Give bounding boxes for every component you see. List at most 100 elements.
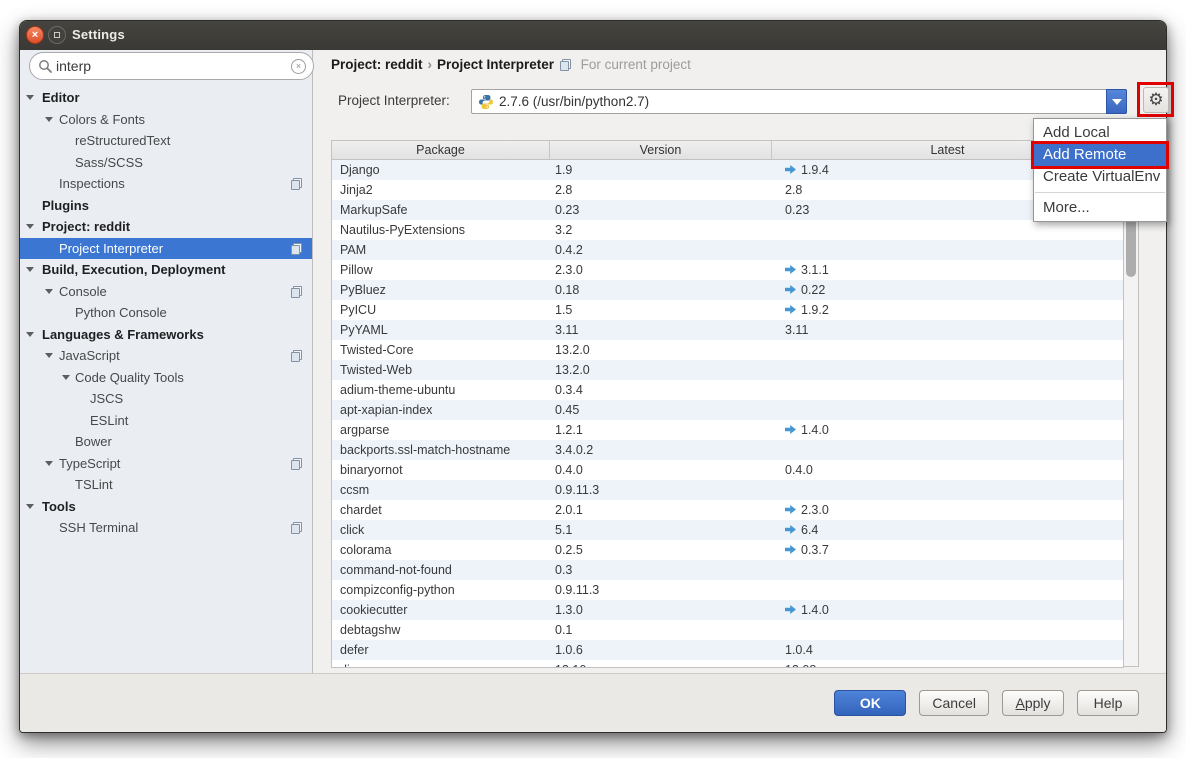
breadcrumb-page: Project Interpreter xyxy=(437,57,554,72)
search-box[interactable]: × xyxy=(29,52,314,80)
interpreter-select[interactable]: 2.7.6 (/usr/bin/python2.7) xyxy=(471,89,1127,114)
window-title: Settings xyxy=(72,27,125,42)
apply-button[interactable]: Apply xyxy=(1002,690,1064,716)
package-version: 0.9.11.3 xyxy=(550,580,772,600)
package-name: dirspec xyxy=(332,660,550,667)
package-latest: 6.4 xyxy=(772,520,1123,540)
search-input[interactable] xyxy=(56,56,286,76)
package-row-nautilus-pyextensions[interactable]: Nautilus-PyExtensions3.2 xyxy=(332,220,1123,240)
combo-dropdown-button[interactable] xyxy=(1106,89,1127,114)
expand-arrow-icon[interactable] xyxy=(26,95,34,100)
package-version: 2.0.1 xyxy=(550,500,772,520)
expand-arrow-icon[interactable] xyxy=(62,375,70,380)
package-row-pyyaml[interactable]: PyYAML3.113.11 xyxy=(332,320,1123,340)
sidebar-item-tools[interactable]: Tools xyxy=(20,496,312,518)
package-row-jinja2[interactable]: Jinja22.82.8 xyxy=(332,180,1123,200)
menu-item-create-virtualenv[interactable]: Create VirtualEnv xyxy=(1034,166,1166,188)
ok-button[interactable]: OK xyxy=(834,690,906,716)
package-row-pyicu[interactable]: PyICU1.51.9.2 xyxy=(332,300,1123,320)
package-row-chardet[interactable]: chardet2.0.12.3.0 xyxy=(332,500,1123,520)
package-row-twisted-web[interactable]: Twisted-Web13.2.0 xyxy=(332,360,1123,380)
expand-arrow-icon[interactable] xyxy=(45,289,53,294)
settings-content: × EditorColors & FontsreStructuredTextSa… xyxy=(20,50,1166,675)
package-row-binaryornot[interactable]: binaryornot0.4.00.4.0 xyxy=(332,460,1123,480)
package-row-defer[interactable]: defer1.0.61.0.4 xyxy=(332,640,1123,660)
sidebar-item-python-console[interactable]: Python Console xyxy=(20,302,312,324)
sidebar-item-label: TypeScript xyxy=(59,453,120,475)
sidebar-item-tslint[interactable]: TSLint xyxy=(20,474,312,496)
package-name: ccsm xyxy=(332,480,550,500)
menu-item-add-local[interactable]: Add Local xyxy=(1034,122,1166,144)
expand-arrow-icon[interactable] xyxy=(45,117,53,122)
sidebar-item-colors-fonts[interactable]: Colors & Fonts xyxy=(20,109,312,131)
sidebar-item-editor[interactable]: Editor xyxy=(20,87,312,109)
package-row-pam[interactable]: PAM0.4.2 xyxy=(332,240,1123,260)
cancel-button[interactable]: Cancel xyxy=(919,690,989,716)
menu-item-add-remote[interactable]: Add Remote xyxy=(1034,144,1166,166)
packages-table-header: PackageVersionLatest xyxy=(332,141,1123,160)
upgrade-arrow-icon xyxy=(785,545,796,554)
help-button[interactable]: Help xyxy=(1077,690,1139,716)
window-close-button[interactable]: × xyxy=(26,26,44,44)
sidebar-item-project-interpreter[interactable]: Project Interpreter xyxy=(20,238,312,260)
sidebar-item-jscs[interactable]: JSCS xyxy=(20,388,312,410)
package-version: 0.18 xyxy=(550,280,772,300)
package-row-debtagshw[interactable]: debtagshw0.1 xyxy=(332,620,1123,640)
sidebar-item-bower[interactable]: Bower xyxy=(20,431,312,453)
upgrade-arrow-icon xyxy=(785,605,796,614)
package-row-twisted-core[interactable]: Twisted-Core13.2.0 xyxy=(332,340,1123,360)
package-version: 0.1 xyxy=(550,620,772,640)
package-latest xyxy=(772,580,1123,600)
sidebar-item-project-reddit[interactable]: Project: reddit xyxy=(20,216,312,238)
sidebar-item-build-execution-deployment[interactable]: Build, Execution, Deployment xyxy=(20,259,312,281)
package-row-compizconfig-python[interactable]: compizconfig-python0.9.11.3 xyxy=(332,580,1123,600)
package-row-command-not-found[interactable]: command-not-found0.3 xyxy=(332,560,1123,580)
sidebar-item-plugins[interactable]: Plugins xyxy=(20,195,312,217)
column-header-version[interactable]: Version xyxy=(550,141,772,159)
expand-arrow-icon[interactable] xyxy=(45,353,53,358)
package-row-click[interactable]: click5.16.4 xyxy=(332,520,1123,540)
package-row-dirspec[interactable]: dirspec13.1013.08 xyxy=(332,660,1123,667)
sidebar-item-restructuredtext[interactable]: reStructuredText xyxy=(20,130,312,152)
package-name: command-not-found xyxy=(332,560,550,580)
package-name: binaryornot xyxy=(332,460,550,480)
sidebar-item-ssh-terminal[interactable]: SSH Terminal xyxy=(20,517,312,539)
package-name: Twisted-Web xyxy=(332,360,550,380)
sidebar-item-typescript[interactable]: TypeScript xyxy=(20,453,312,475)
expand-arrow-icon[interactable] xyxy=(26,332,34,337)
sidebar-item-sass-scss[interactable]: Sass/SCSS xyxy=(20,152,312,174)
sidebar-item-eslint[interactable]: ESLint xyxy=(20,410,312,432)
column-header-package[interactable]: Package xyxy=(332,141,550,159)
sidebar-item-console[interactable]: Console xyxy=(20,281,312,303)
package-row-markupsafe[interactable]: MarkupSafe0.230.23 xyxy=(332,200,1123,220)
package-row-django[interactable]: Django1.91.9.4 xyxy=(332,160,1123,180)
window-maximize-button[interactable] xyxy=(48,26,66,44)
package-row-colorama[interactable]: colorama0.2.50.3.7 xyxy=(332,540,1123,560)
expand-arrow-icon[interactable] xyxy=(26,267,34,272)
expand-arrow-icon[interactable] xyxy=(26,224,34,229)
window-titlebar[interactable]: × Settings xyxy=(20,21,1166,50)
expand-arrow-icon[interactable] xyxy=(26,504,34,509)
sidebar-item-inspections[interactable]: Inspections xyxy=(20,173,312,195)
package-name: chardet xyxy=(332,500,550,520)
package-row-adium-theme-ubuntu[interactable]: adium-theme-ubuntu0.3.4 xyxy=(332,380,1123,400)
package-row-pybluez[interactable]: PyBluez0.180.22 xyxy=(332,280,1123,300)
menu-item-more[interactable]: More... xyxy=(1034,197,1166,219)
sidebar-item-code-quality-tools[interactable]: Code Quality Tools xyxy=(20,367,312,389)
package-row-ccsm[interactable]: ccsm0.9.11.3 xyxy=(332,480,1123,500)
sidebar-item-label: JSCS xyxy=(90,388,123,410)
gear-button[interactable]: ⚙ xyxy=(1143,87,1169,113)
package-row-pillow[interactable]: Pillow2.3.03.1.1 xyxy=(332,260,1123,280)
package-row-argparse[interactable]: argparse1.2.11.4.0 xyxy=(332,420,1123,440)
package-version: 0.4.2 xyxy=(550,240,772,260)
clear-search-icon[interactable]: × xyxy=(291,59,306,74)
sidebar-item-javascript[interactable]: JavaScript xyxy=(20,345,312,367)
expand-arrow-icon[interactable] xyxy=(45,461,53,466)
package-row-apt-xapian-index[interactable]: apt-xapian-index0.45 xyxy=(332,400,1123,420)
package-row-cookiecutter[interactable]: cookiecutter1.3.01.4.0 xyxy=(332,600,1123,620)
package-row-backports-ssl-match-hostname[interactable]: backports.ssl-match-hostname3.4.0.2 xyxy=(332,440,1123,460)
package-name: defer xyxy=(332,640,550,660)
per-project-icon xyxy=(560,59,571,71)
sidebar-item-label: TSLint xyxy=(75,474,113,496)
sidebar-item-languages-frameworks[interactable]: Languages & Frameworks xyxy=(20,324,312,346)
